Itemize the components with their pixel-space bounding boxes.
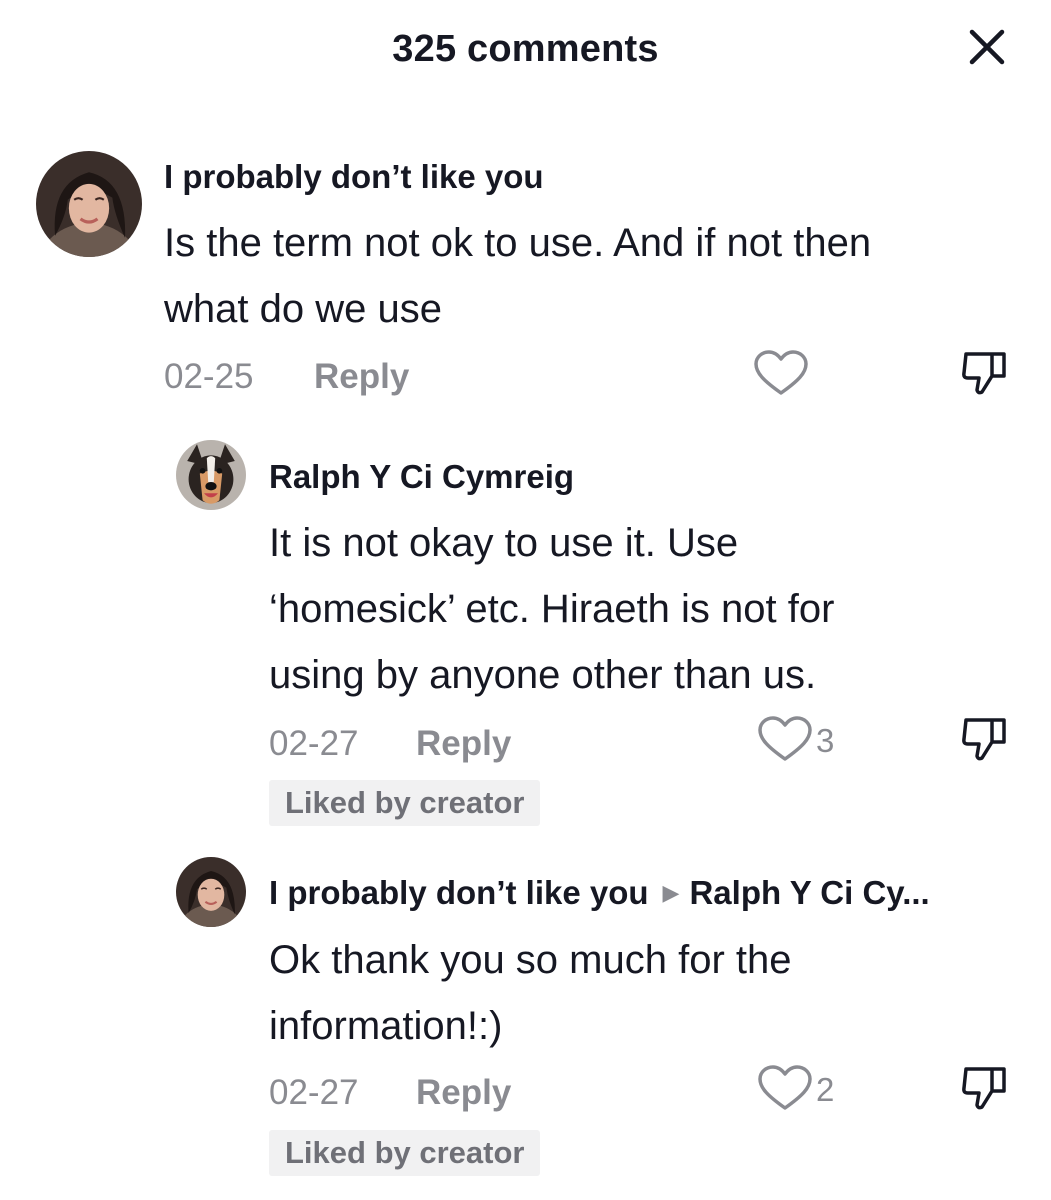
close-icon	[969, 29, 1005, 65]
triangle-right-icon: ▶	[662, 880, 680, 905]
like-button[interactable]	[756, 714, 814, 764]
like-count: 3	[816, 722, 835, 759]
comments-count-title: 325 comments	[392, 28, 659, 70]
comment-username[interactable]: I probably don’t like you	[164, 158, 544, 196]
close-button[interactable]	[960, 24, 1016, 74]
comment-username[interactable]: Ralph Y Ci Cymreig	[269, 458, 574, 496]
dislike-button[interactable]	[958, 714, 1012, 764]
comment-text-line: It is not okay to use it. Use	[269, 521, 739, 565]
comment-date: 02-25	[164, 357, 254, 396]
thumbs-down-icon	[962, 1067, 1006, 1110]
comment-text-line: what do we use	[164, 287, 442, 331]
thumbs-down-icon	[962, 718, 1006, 761]
reply-button[interactable]: Reply	[416, 1073, 511, 1113]
avatar[interactable]	[36, 151, 142, 257]
comment-text: It is not okay to use it. Use ‘homesick’…	[269, 510, 1029, 708]
like-button[interactable]	[756, 1063, 814, 1113]
comment-text-line: ‘homesick’ etc. Hiraeth is not for	[269, 587, 835, 631]
comment-date: 02-27	[269, 724, 359, 763]
like-button[interactable]	[752, 348, 810, 398]
liked-by-creator-badge: Liked by creator	[269, 1130, 541, 1176]
reply-author[interactable]: I probably don’t like you	[269, 874, 649, 911]
comment-date: 02-27	[269, 1073, 359, 1112]
avatar[interactable]	[176, 440, 246, 510]
comment-text: Is the term not ok to use. And if not th…	[164, 210, 1024, 342]
thumbs-down-icon	[962, 352, 1006, 395]
like-count: 2	[816, 1071, 835, 1108]
comment-text-line: Is the term not ok to use. And if not th…	[164, 221, 872, 265]
reply-to-username[interactable]: Ralph Y Ci Cy...	[689, 874, 929, 911]
comment-text: Ok thank you so much for the information…	[269, 927, 1029, 1059]
comment-text-line: Ok thank you so much for the	[269, 938, 792, 982]
reply-button[interactable]: Reply	[314, 357, 409, 397]
liked-by-creator-badge: Liked by creator	[269, 780, 541, 826]
comment-text-line: using by anyone other than us.	[269, 653, 817, 697]
avatar[interactable]	[176, 857, 246, 927]
heart-icon	[754, 350, 808, 395]
dislike-button[interactable]	[958, 1063, 1012, 1113]
comment-text-line: information!:)	[269, 1004, 503, 1048]
dislike-button[interactable]	[958, 348, 1012, 398]
heart-icon	[758, 1065, 812, 1110]
reply-button[interactable]: Reply	[416, 724, 511, 764]
comment-username: I probably don’t like you ▶ Ralph Y Ci Cy.…	[269, 874, 930, 912]
heart-icon	[758, 716, 812, 761]
